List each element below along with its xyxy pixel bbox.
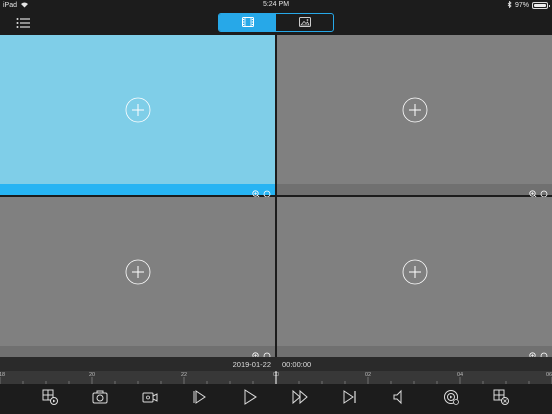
add-camera-icon[interactable] <box>125 97 151 123</box>
close-all-button[interactable] <box>492 388 510 411</box>
close-all-icon <box>492 388 510 411</box>
snapshot-button[interactable] <box>91 390 109 408</box>
slow-play-icon <box>191 388 209 411</box>
playback-search-icon <box>442 388 460 411</box>
image-view-tab[interactable] <box>276 14 333 31</box>
status-bar: iPad 5:24 PM 97% <box>0 0 552 10</box>
video-cell-channel-2[interactable] <box>277 35 552 198</box>
timeline-tick-label: 04 <box>456 372 464 378</box>
play-icon <box>241 388 259 411</box>
top-bar <box>0 10 552 34</box>
timeline-tick-label: 18 <box>0 372 6 378</box>
window-layout-icon <box>41 388 59 411</box>
live-view-tab[interactable] <box>219 14 276 31</box>
video-cell-channel-1[interactable] <box>0 35 275 198</box>
bluetooth-icon <box>507 0 512 10</box>
fast-forward-icon <box>291 388 309 411</box>
add-camera-icon[interactable] <box>402 97 428 123</box>
window-layout-button[interactable] <box>41 388 59 411</box>
cell-status-bar <box>0 184 275 198</box>
record-button[interactable] <box>141 390 159 408</box>
cell-status-bar <box>277 346 552 360</box>
next-frame-button[interactable] <box>341 388 359 411</box>
timeline-tick-label: 22 <box>180 372 188 378</box>
menu-list-icon[interactable] <box>16 16 30 28</box>
bottom-toolbar <box>0 384 552 414</box>
timeline-scrubber[interactable]: 18 20 22 00 02 04 06 <box>0 371 552 384</box>
next-frame-icon <box>341 388 359 411</box>
add-camera-icon[interactable] <box>125 259 151 285</box>
cell-status-bar <box>277 184 552 198</box>
playback-search-button[interactable] <box>442 388 460 411</box>
audio-button[interactable] <box>391 388 409 411</box>
play-button[interactable] <box>241 388 259 411</box>
picture-icon <box>298 14 311 31</box>
playback-time: 00:00:00 <box>282 360 312 369</box>
video-cell-channel-4[interactable] <box>277 197 552 360</box>
status-time: 5:24 PM <box>262 1 290 8</box>
record-icon <box>141 388 159 411</box>
video-cell-channel-3[interactable] <box>0 197 275 360</box>
battery-icon <box>532 2 550 9</box>
film-icon <box>241 14 254 31</box>
playback-date-bar: 2019-01-22 00:00:00 <box>0 357 552 371</box>
cell-status-bar <box>0 346 275 360</box>
timeline-tick-label: 20 <box>88 372 96 378</box>
add-camera-icon[interactable] <box>402 259 428 285</box>
battery-percent: 97% <box>514 2 529 9</box>
video-grid <box>0 35 552 360</box>
timeline-tick-label: 00 <box>272 372 280 378</box>
playback-date: 2019-01-22 <box>232 360 271 369</box>
slow-play-button[interactable] <box>191 388 209 411</box>
timeline-tick-label: 06 <box>545 372 552 378</box>
audio-icon <box>391 388 409 411</box>
timeline-tick-label: 02 <box>364 372 372 378</box>
view-toggle <box>218 13 334 32</box>
snapshot-icon <box>91 388 109 411</box>
fast-forward-button[interactable] <box>291 388 309 411</box>
